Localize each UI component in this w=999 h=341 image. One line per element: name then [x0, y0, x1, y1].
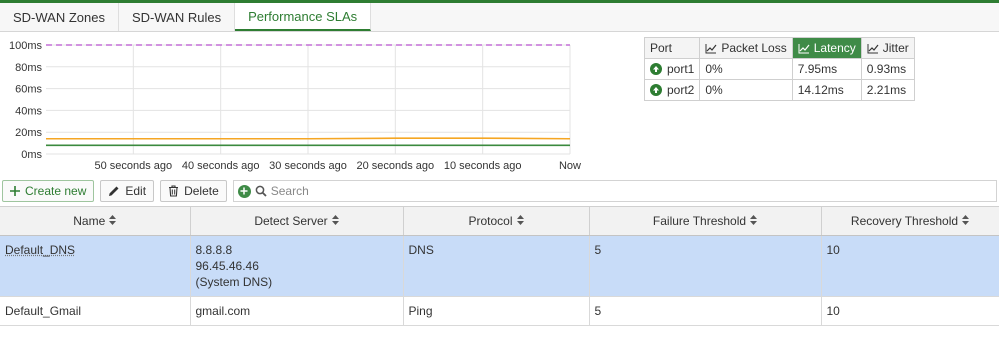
cell-detect-server: gmail.com	[190, 296, 404, 326]
sla-table: Name Detect Server Protocol Failure Thre…	[0, 206, 999, 326]
line-chart-icon	[798, 43, 810, 53]
sort-icon	[750, 214, 758, 228]
cell-name: Default_Gmail	[0, 296, 191, 326]
y-tick-label: 80ms	[15, 62, 42, 74]
add-filter-icon[interactable]	[237, 184, 251, 198]
stats-header-jitter[interactable]: Jitter	[860, 37, 915, 59]
sort-icon	[109, 214, 117, 228]
cell-detect-server: 8.8.8.8 96.45.46.46 (System DNS)	[190, 235, 404, 297]
line-chart-icon	[705, 43, 717, 53]
create-new-button[interactable]: Create new	[2, 180, 95, 202]
search-icon	[255, 185, 267, 197]
cell-failure-threshold: 5	[589, 235, 822, 297]
tab-sdwan-rules[interactable]: SD-WAN Rules	[119, 3, 236, 31]
stats-row: port2 0% 14.12ms 2.21ms	[643, 79, 915, 101]
cell-failure-threshold: 5	[589, 296, 822, 326]
cell-protocol: DNS	[403, 235, 590, 297]
pencil-icon	[109, 186, 119, 196]
packet-loss-value: 0%	[699, 79, 793, 101]
latency-chart: 0ms 20ms 40ms 60ms 80ms 100ms 50 seconds ago 40…	[9, 40, 581, 172]
x-tick-label: Now	[559, 160, 581, 172]
sort-icon	[962, 214, 970, 228]
latency-value: 14.12ms	[791, 79, 862, 101]
y-tick-label: 0ms	[21, 149, 42, 161]
table-row[interactable]: Default_Gmail gmail.com Ping 5 10	[0, 296, 999, 326]
column-header-failure-threshold[interactable]: Failure Threshold	[589, 206, 822, 236]
sort-icon	[331, 214, 339, 228]
cell-recovery-threshold: 10	[821, 296, 999, 326]
column-header-detect-server[interactable]: Detect Server	[190, 206, 404, 236]
stats-row: port1 0% 7.95ms 0.93ms	[643, 58, 915, 80]
jitter-value: 0.93ms	[860, 58, 915, 80]
search-box	[232, 180, 997, 202]
arrow-up-circle-icon	[650, 84, 662, 96]
search-input[interactable]	[270, 184, 996, 198]
y-tick-label: 40ms	[15, 105, 42, 117]
port-name: port2	[667, 83, 695, 97]
column-header-recovery-threshold[interactable]: Recovery Threshold	[821, 206, 999, 236]
cell-name: Default_DNS	[0, 235, 191, 297]
packet-loss-value: 0%	[699, 58, 793, 80]
x-tick-label: 20 seconds ago	[356, 160, 434, 172]
series-line	[46, 137, 571, 140]
cell-protocol: Ping	[403, 296, 590, 326]
y-tick-label: 100ms	[9, 40, 43, 52]
tab-bar: SD-WAN Zones SD-WAN Rules Performance SL…	[0, 0, 999, 32]
tab-sdwan-zones[interactable]: SD-WAN Zones	[0, 3, 119, 31]
latency-value: 7.95ms	[791, 58, 862, 80]
port-name: port1	[667, 62, 695, 76]
x-tick-label: 10 seconds ago	[444, 160, 522, 172]
y-tick-label: 60ms	[15, 84, 42, 96]
x-tick-label: 30 seconds ago	[269, 160, 347, 172]
table-row[interactable]: Default_DNS 8.8.8.8 96.45.46.46 (System …	[0, 235, 999, 297]
delete-button[interactable]: Delete	[160, 180, 227, 202]
sla-stats-table: Port Packet Loss Latency Jitter port1 0%…	[643, 37, 915, 101]
stats-header-packet-loss[interactable]: Packet Loss	[699, 37, 793, 59]
x-tick-label: 40 seconds ago	[182, 160, 260, 172]
x-tick-label: 50 seconds ago	[94, 160, 172, 172]
toolbar: Create new Edit Delete	[0, 180, 999, 202]
y-tick-label: 20ms	[15, 127, 42, 139]
column-header-protocol[interactable]: Protocol	[403, 206, 590, 236]
arrow-up-circle-icon	[650, 63, 662, 75]
tab-performance-slas[interactable]: Performance SLAs	[235, 3, 372, 31]
plus-icon	[10, 186, 20, 196]
cell-recovery-threshold: 10	[821, 235, 999, 297]
sort-icon	[516, 214, 524, 228]
trash-icon	[169, 185, 179, 197]
jitter-value: 2.21ms	[860, 79, 915, 101]
line-chart-icon	[867, 43, 879, 53]
edit-button[interactable]: Edit	[100, 180, 155, 202]
column-header-name[interactable]: Name	[0, 206, 191, 236]
stats-header-port: Port	[643, 37, 701, 59]
stats-header-latency[interactable]: Latency	[791, 37, 862, 59]
